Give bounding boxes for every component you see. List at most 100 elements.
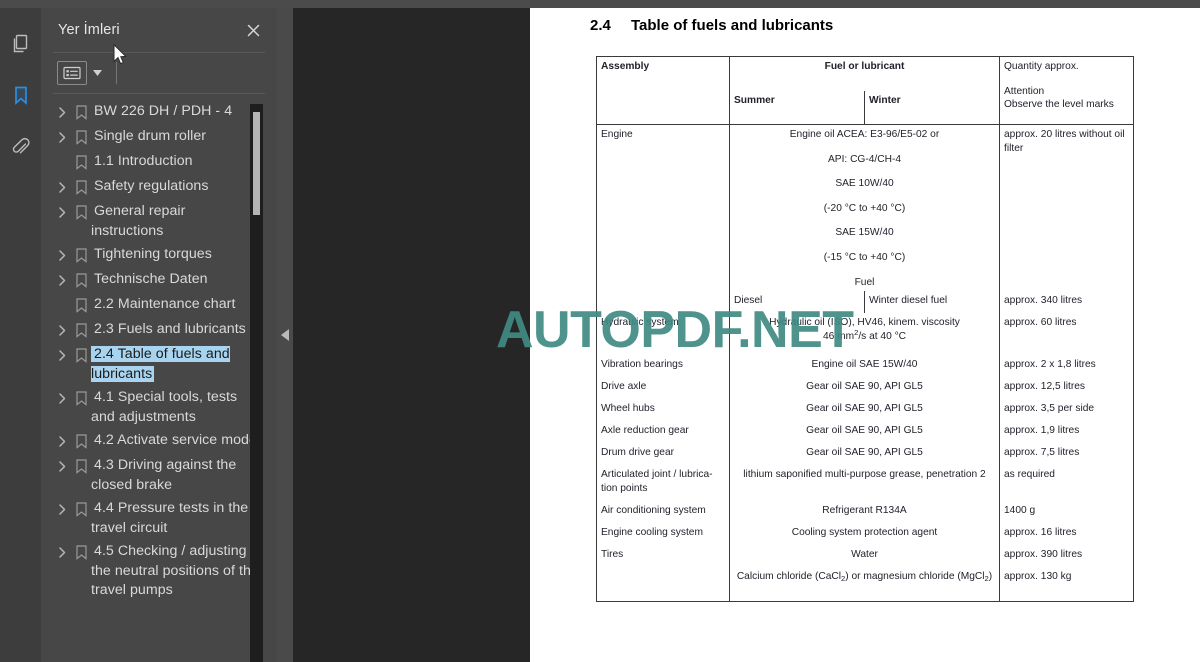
chevron-right-icon[interactable]	[53, 499, 71, 515]
bookmarks-icon[interactable]	[4, 78, 38, 112]
bookmark-tree-container: BW 226 DH / PDH - 4 Single drum roller 1.1…	[41, 94, 277, 662]
sidebar-scrollbar-thumb[interactable]	[253, 112, 260, 215]
page-title: 2.4 Table of fuels and lubricants	[590, 17, 833, 34]
bookmark-item-label: 2.3 Fuels and lubricants	[94, 321, 246, 337]
bookmark-item[interactable]: General repair instructions	[41, 200, 277, 243]
cell-fuel: Gear oil SAE 90, API GL5	[729, 399, 1000, 422]
bookmark-item[interactable]: 4.2 Activate service mode	[41, 429, 277, 454]
chevron-right-icon[interactable]	[53, 245, 71, 261]
table-row: Air conditioning system Refrigerant R134A…	[596, 501, 1134, 524]
cell-assembly	[596, 567, 730, 602]
sidebar-scrollbar-track[interactable]	[250, 104, 263, 662]
bookmark-flag-icon	[71, 102, 91, 120]
cell-fuel: lithium saponified multi-purpose grease,…	[729, 465, 1000, 502]
table-row: Wheel hubs Gear oil SAE 90, API GL5 approx…	[596, 399, 1134, 422]
bookmark-item[interactable]: 4.4 Pressure tests in the travel circuit	[41, 497, 277, 540]
cell-quantity: approx. 340 litres	[999, 291, 1134, 314]
table-row: Diesel Winter diesel fuel approx. 340 li…	[596, 291, 1134, 314]
cell-fuel: Calcium chloride (CaCl2) or magnesium ch…	[729, 567, 1000, 602]
bookmark-flag-icon	[71, 127, 91, 145]
engine-spec-line: Fuel	[854, 276, 875, 288]
sidebar-icon-rail	[0, 8, 41, 662]
cell-quantity: 1400 g	[999, 501, 1134, 524]
cell-quantity: approx. 390 litres	[999, 545, 1134, 568]
bookmark-item[interactable]: Technische Daten	[41, 268, 277, 293]
chevron-right-icon[interactable]	[53, 431, 71, 447]
header-assembly: Assembly	[596, 56, 730, 125]
chevron-right-icon[interactable]	[53, 270, 71, 286]
chevron-right-icon[interactable]	[53, 102, 71, 118]
table-row: Engine cooling system Cooling system prot…	[596, 523, 1134, 546]
bookmark-item[interactable]: Single drum roller	[41, 125, 277, 150]
cell-quantity: approx. 130 kg	[999, 567, 1134, 602]
bookmark-item[interactable]: 4.5 Checking / adjusting the neutral pos…	[41, 540, 277, 603]
chevron-right-icon[interactable]	[53, 542, 71, 558]
bookmark-flag-icon	[71, 320, 91, 338]
chevron-right-icon[interactable]	[53, 345, 71, 361]
bookmark-flag-icon	[71, 345, 91, 363]
sidebar-collapse-handle[interactable]	[277, 8, 293, 662]
chevron-right-icon[interactable]	[53, 177, 71, 193]
bookmark-item-label: 4.2 Activate service mode	[94, 432, 257, 448]
cell-fuel: Gear oil SAE 90, API GL5	[729, 421, 1000, 444]
chevron-down-icon[interactable]	[89, 61, 105, 85]
pages-thumbnail-icon[interactable]	[4, 26, 38, 60]
twisty-placeholder	[53, 152, 71, 157]
bookmark-item[interactable]: 2.3 Fuels and lubricants	[41, 318, 277, 343]
cell-assembly: Drive axle	[596, 377, 730, 400]
bookmark-item-label: 1.1 Introduction	[94, 153, 193, 169]
cell-quantity: approx. 12,5 litres	[999, 377, 1134, 400]
bookmark-item[interactable]: 2.2 Maintenance chart	[41, 293, 277, 318]
bookmark-item[interactable]: 4.3 Driving against the closed brake	[41, 454, 277, 497]
bookmark-flag-icon	[71, 388, 91, 406]
chevron-right-icon[interactable]	[53, 320, 71, 336]
bookmark-item[interactable]: 1.1 Introduction	[41, 150, 277, 175]
fuels-and-lubricants-table: Assembly Fuel or lubricant Quantity appr…	[596, 56, 1134, 602]
cell-fuel: Water	[729, 545, 1000, 568]
chevron-right-icon[interactable]	[53, 202, 71, 218]
bookmark-item[interactable]: 2.4 Table of fuels and lubricants	[41, 343, 277, 386]
table-row: Articulated joint / lubrica-tion points l…	[596, 465, 1134, 502]
cell-fuel: Refrigerant R134A	[729, 501, 1000, 524]
chevron-right-icon[interactable]	[53, 388, 71, 404]
hydraulic-line-1: Hydraulic oil (ISO), HV46, kinem. viscos…	[769, 317, 960, 329]
hydraulic-line-2: 46 mm2/s at 40 °C	[822, 327, 907, 342]
bookmark-item-label: BW 226 DH / PDH - 4	[94, 103, 233, 119]
bookmark-item[interactable]: Safety regulations	[41, 175, 277, 200]
header-fuel-or-lubricant: Fuel or lubricant	[729, 56, 1000, 91]
cell-fuel: Engine oil ACEA: E3-96/E5-02 or API: CG-4…	[729, 124, 1000, 292]
document-viewer: 2.4 Table of fuels and lubricants Assembl…	[293, 8, 1200, 662]
table-row: Calcium chloride (CaCl2) or magnesium ch…	[596, 567, 1134, 602]
engine-spec-line: Engine oil ACEA: E3-96/E5-02 or	[789, 129, 940, 140]
attachments-paperclip-icon[interactable]	[4, 130, 38, 164]
bookmark-item[interactable]: BW 226 DH / PDH - 4	[41, 100, 277, 125]
heading-text: Table of fuels and lubricants	[631, 17, 834, 34]
header-attention-note: Observe the level marks	[1004, 99, 1114, 111]
bookmark-item[interactable]: 4.1 Special tools, tests and adjustments	[41, 386, 277, 429]
bookmark-flag-icon	[71, 177, 91, 195]
cell-assembly: Articulated joint / lubrica-tion points	[596, 465, 730, 502]
table-row: Tires Water approx. 390 litres	[596, 545, 1134, 568]
pdf-viewer-window: Yer İmleri BW 226 DH / PDH - 4 Single dr…	[0, 0, 1200, 662]
bookmark-item-label: Tightening torques	[94, 246, 212, 262]
cell-fuel: Gear oil SAE 90, API GL5	[729, 443, 1000, 466]
bookmark-flag-icon	[71, 202, 91, 220]
cell-assembly: Engine	[596, 124, 730, 292]
cell-quantity: approx. 2 x 1,8 litres	[999, 355, 1134, 378]
bookmark-item-label: 4.1 Special tools, tests and adjustments	[91, 389, 238, 425]
cell-fuel: Gear oil SAE 90, API GL5	[729, 377, 1000, 400]
panel-toolbar	[41, 53, 277, 93]
table-row: Axle reduction gear Gear oil SAE 90, API …	[596, 421, 1134, 444]
engine-spec-line: (-20 °C to +40 °C)	[823, 202, 906, 214]
bookmark-flag-icon	[71, 456, 91, 474]
cell-assembly: Air conditioning system	[596, 501, 730, 524]
engine-spec-line: API: CG-4/CH-4	[827, 153, 902, 165]
bookmark-flag-icon	[71, 270, 91, 288]
bookmark-item[interactable]: Tightening torques	[41, 243, 277, 268]
close-icon[interactable]	[243, 20, 263, 40]
chevron-right-icon[interactable]	[53, 127, 71, 143]
list-options-icon[interactable]	[57, 61, 87, 85]
chevron-right-icon[interactable]	[53, 456, 71, 472]
